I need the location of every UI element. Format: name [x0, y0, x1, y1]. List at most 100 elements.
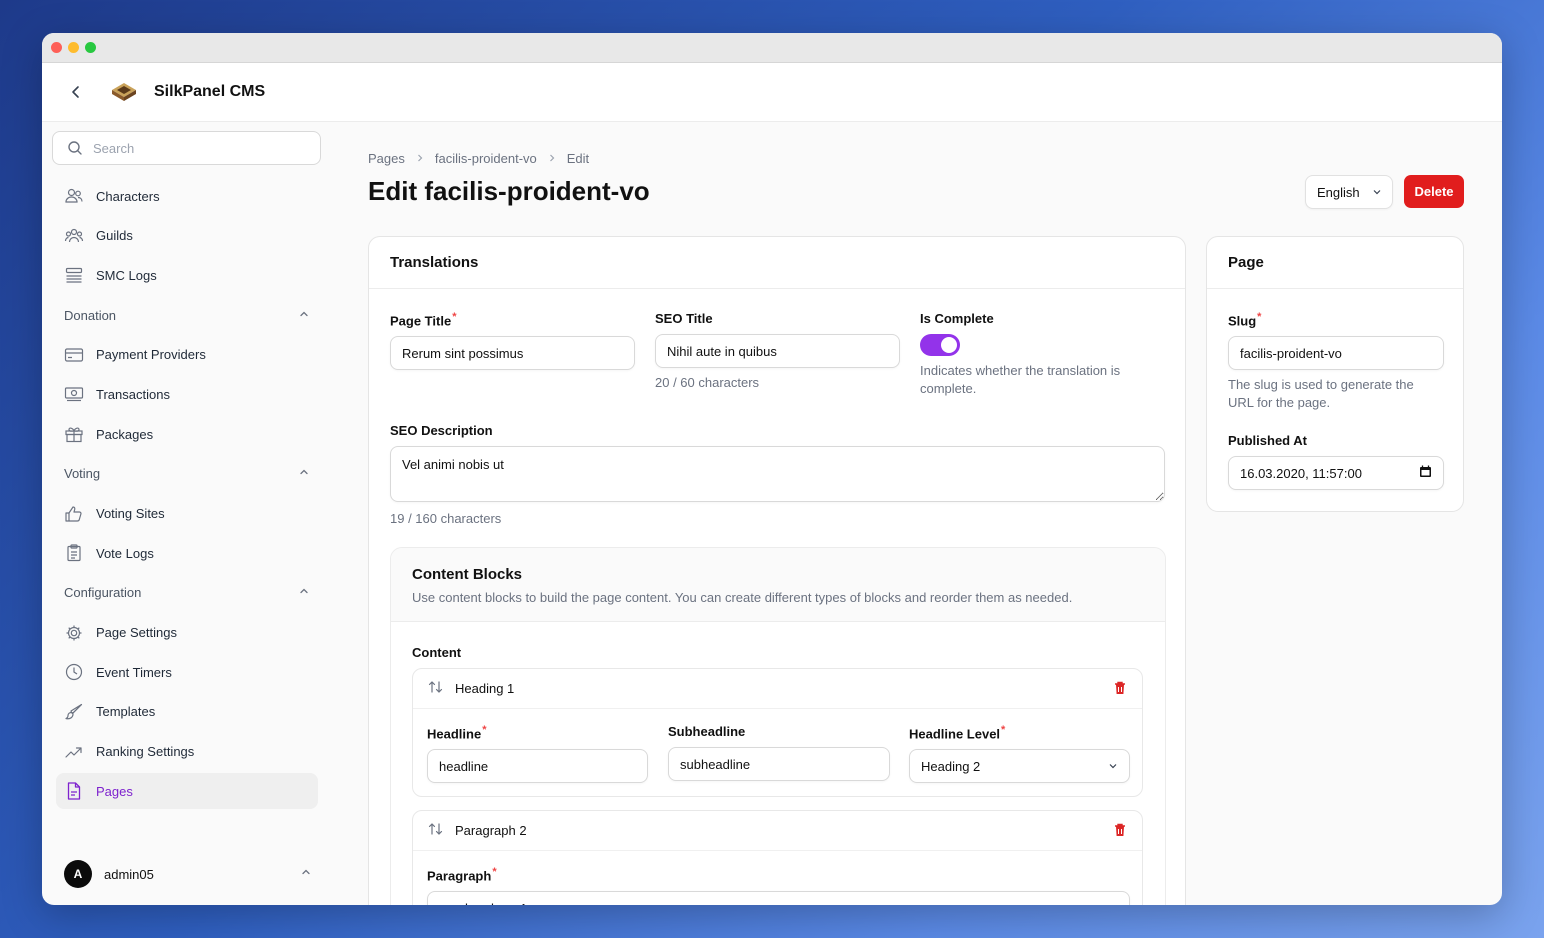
sidebar-item-vote-logs[interactable]: Vote Logs [56, 535, 318, 571]
content-blocks-section: Content Blocks Use content blocks to bui… [390, 547, 1166, 905]
field-label: Is Complete [920, 311, 994, 326]
sidebar-item-pages[interactable]: Pages [56, 773, 318, 810]
is-complete-toggle[interactable] [920, 334, 960, 356]
sidebar-item-label: Ranking Settings [96, 744, 195, 760]
clipboard-icon [64, 543, 84, 563]
sidebar-nav: Characters Guilds SMC Logs Donation Paym… [56, 178, 318, 813]
paragraph-input[interactable] [427, 891, 1130, 905]
credit-card-icon [64, 345, 84, 365]
seo-title-field: SEO Title 20 / 60 characters [655, 311, 900, 392]
breadcrumb-item-pages[interactable]: Pages [368, 151, 405, 166]
paragraph-field: Paragraph* [427, 866, 1130, 905]
required-marker: * [452, 311, 457, 323]
reorder-icon[interactable] [427, 820, 445, 841]
language-select[interactable]: English [1305, 175, 1393, 209]
seo-title-input[interactable] [655, 334, 900, 368]
maximize-window-button[interactable] [85, 42, 96, 53]
sidebar-group-donation[interactable]: Donation [56, 297, 318, 333]
thumb-up-icon [64, 504, 84, 524]
search-input[interactable] [93, 140, 293, 156]
main-content: Pages facilis-proident-vo Edit Edit faci… [368, 122, 1464, 905]
search-box[interactable] [52, 131, 321, 165]
document-text-icon [64, 781, 84, 801]
user-name: admin05 [104, 866, 154, 882]
close-window-button[interactable] [51, 42, 62, 53]
content-block-paragraph: Paragraph 2 Paragraph* [412, 810, 1143, 905]
title-bar [42, 33, 1502, 63]
sidebar-item-label: Page Settings [96, 625, 177, 641]
page-card: Page Slug* The slug is used to generate … [1206, 236, 1464, 512]
datetime-value: 16.03.2020, 11:57:00 [1240, 465, 1362, 481]
content-blocks-body: Content Heading 1 Headline* headline Sub… [391, 622, 1165, 905]
sidebar-item-label: Payment Providers [96, 347, 206, 363]
required-marker: * [482, 724, 487, 736]
subheadline-input[interactable] [668, 747, 890, 781]
page-card-heading: Page [1207, 237, 1463, 289]
clock-icon [64, 662, 84, 682]
sidebar-group-configuration[interactable]: Configuration [56, 575, 318, 611]
slug-input[interactable] [1228, 336, 1444, 371]
sidebar-item-label: Transactions [96, 386, 170, 402]
sidebar-item-characters[interactable]: Characters [56, 178, 318, 214]
chevron-up-icon [298, 585, 310, 600]
trash-icon[interactable] [1112, 680, 1128, 701]
sidebar-group-label: Configuration [64, 585, 142, 601]
breadcrumb-item-edit: Edit [566, 151, 590, 166]
app-window: SilkPanel CMS Characters Guilds [42, 33, 1502, 905]
delete-button[interactable]: Delete [1404, 175, 1464, 208]
seo-description-hint: 19 / 160 characters [390, 511, 502, 526]
trash-icon[interactable] [1112, 822, 1128, 843]
headline-input[interactable] [427, 749, 648, 784]
breadcrumb-item-record[interactable]: facilis-proident-vo [435, 151, 537, 166]
sidebar-item-payment-providers[interactable]: Payment Providers [56, 337, 318, 373]
sidebar-group-voting[interactable]: Voting [56, 456, 318, 492]
card-title: Translations [390, 254, 479, 271]
reorder-icon[interactable] [427, 678, 445, 699]
calendar-icon[interactable] [1419, 465, 1432, 481]
users-icon [64, 186, 84, 206]
field-label: SEO Title [655, 311, 713, 326]
field-label: Subheadline [668, 724, 746, 739]
sidebar-item-transactions[interactable]: Transactions [56, 376, 318, 412]
sidebar-item-ranking-settings[interactable]: Ranking Settings [56, 734, 318, 770]
app-name: SilkPanel CMS [154, 83, 266, 100]
field-label: Paragraph [427, 868, 492, 884]
content-blocks-header: Content Blocks Use content blocks to bui… [391, 548, 1165, 622]
sidebar-item-smc-logs[interactable]: SMC Logs [56, 257, 318, 293]
gear-icon [64, 623, 84, 643]
field-label: Slug [1228, 313, 1257, 329]
gift-icon [64, 424, 84, 444]
published-at-input[interactable]: 16.03.2020, 11:57:00 [1228, 456, 1444, 490]
content-block-heading: Heading 1 Headline* Subheadline [412, 668, 1143, 797]
chevron-down-icon [1108, 759, 1118, 774]
chevron-right-icon [547, 151, 557, 166]
seo-title-hint: 20 / 60 characters [655, 375, 760, 390]
slug-field: Slug* The slug is used to generate the U… [1228, 311, 1444, 412]
seo-description-textarea[interactable]: Vel animi nobis ut [390, 446, 1165, 502]
minimize-window-button[interactable] [68, 42, 79, 53]
translations-card: Translations Page Title* SEO Title 20 / … [368, 236, 1186, 905]
user-menu[interactable]: A admin05 [64, 859, 312, 889]
sidebar-item-packages[interactable]: Packages [56, 416, 318, 452]
chevron-left-icon[interactable] [66, 82, 86, 102]
required-marker: * [1257, 311, 1262, 323]
sidebar-item-event-timers[interactable]: Event Timers [56, 654, 318, 690]
sidebar-item-label: Event Timers [96, 664, 172, 680]
field-label: SEO Description [390, 423, 493, 438]
sidebar-item-templates[interactable]: Templates [56, 694, 318, 730]
sidebar-item-label: SMC Logs [96, 267, 157, 283]
search-icon [65, 138, 85, 158]
sidebar-item-page-settings[interactable]: Page Settings [56, 615, 318, 651]
top-bar: SilkPanel CMS [42, 63, 1502, 122]
app-logo-icon [110, 78, 138, 106]
page-title-field: Page Title* [390, 311, 635, 371]
page-title-input[interactable] [390, 336, 635, 371]
content-label: Content [412, 645, 462, 660]
sidebar-item-guilds[interactable]: Guilds [56, 218, 318, 254]
sidebar-item-voting-sites[interactable]: Voting Sites [56, 496, 318, 532]
is-complete-hint: Indicates whether the translation is com… [920, 363, 1121, 396]
headline-level-select[interactable]: Heading 2 [909, 749, 1130, 784]
required-marker: * [492, 866, 497, 878]
field-label: Headline Level [909, 726, 1001, 742]
block-title: Paragraph 2 [455, 823, 527, 838]
